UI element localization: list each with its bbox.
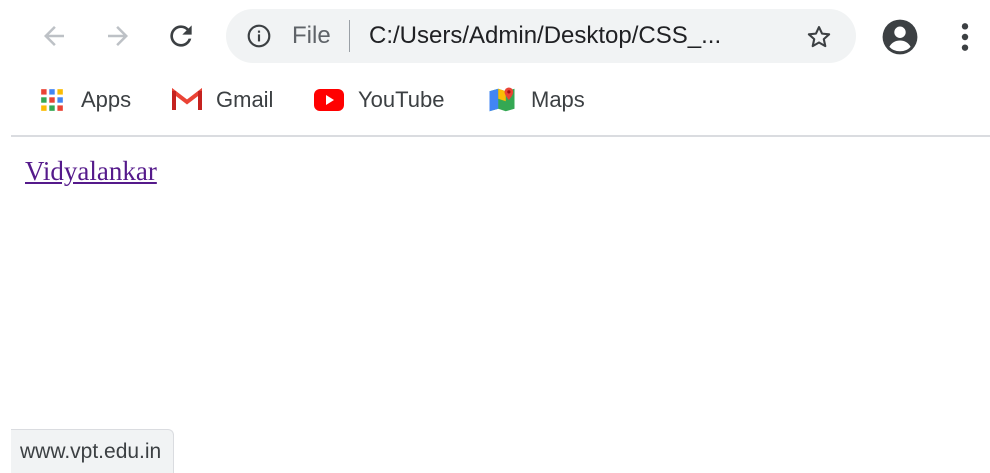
maps-icon: [487, 85, 517, 115]
bookmarks-bar: Apps Gmail YouTube Maps: [0, 76, 990, 124]
star-outline-icon: [807, 26, 831, 48]
page-content: Vidyalankar: [0, 137, 990, 473]
vidyalankar-link[interactable]: Vidyalankar: [25, 156, 157, 187]
gmail-icon: [172, 85, 202, 115]
reload-icon: [170, 25, 192, 47]
arrow-left-icon: [44, 26, 64, 46]
arrow-right-icon: [108, 26, 128, 46]
browser-toolbar: File C:/Users/Admin/Desktop/CSS_...: [0, 0, 990, 72]
bookmark-star-button[interactable]: [804, 22, 834, 52]
vertical-dots-icon: [961, 23, 969, 51]
profile-button[interactable]: [880, 17, 920, 57]
browser-window: File C:/Users/Admin/Desktop/CSS_... Apps…: [0, 0, 990, 473]
apps-grid-icon: [37, 85, 67, 115]
info-icon: [247, 24, 271, 48]
reload-button[interactable]: [163, 18, 199, 54]
site-info-button[interactable]: [246, 23, 272, 49]
bookmark-maps[interactable]: Maps: [487, 84, 585, 116]
back-button[interactable]: [36, 18, 72, 54]
bookmark-label: Maps: [531, 87, 585, 112]
url-separator: [349, 20, 350, 52]
bookmark-apps[interactable]: Apps: [37, 84, 131, 116]
bookmark-label: Gmail: [216, 87, 274, 112]
bookmark-gmail[interactable]: Gmail: [172, 84, 273, 116]
bookmark-youtube[interactable]: YouTube: [314, 84, 444, 116]
bookmark-label: Apps: [81, 87, 132, 112]
address-bar[interactable]: File C:/Users/Admin/Desktop/CSS_...: [226, 9, 856, 63]
forward-button[interactable]: [100, 18, 136, 54]
bookmark-label: YouTube: [358, 87, 445, 112]
browser-menu-button[interactable]: [950, 17, 980, 57]
status-bar-url: www.vpt.edu.in: [11, 429, 175, 473]
account-circle-icon: [882, 19, 918, 55]
youtube-icon: [314, 85, 344, 115]
url-scheme-label: File: [292, 22, 331, 49]
url-text[interactable]: C:/Users/Admin/Desktop/CSS_...: [369, 23, 721, 49]
